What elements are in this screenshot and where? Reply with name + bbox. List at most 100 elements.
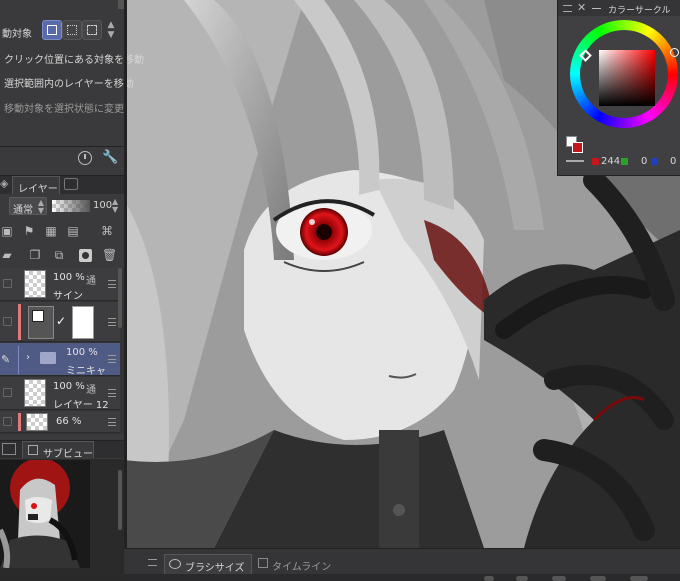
navigator-tab-icon[interactable] [2,443,16,455]
layer-name: サイン [53,291,83,302]
draft-icon[interactable]: ▤ [66,224,80,238]
bottom-menu-icon[interactable] [148,559,157,566]
layer-row[interactable]: 66 % [0,411,120,433]
layer-opacity: 66 % [56,416,82,427]
mask-link-icon[interactable]: ⌘ [100,224,114,238]
tab-second-icon[interactable] [64,178,78,190]
layer-row[interactable]: ✓ [0,302,120,342]
green-channel-icon [621,158,628,165]
bottom-bar: ブラシサイズ タイムライン [124,548,680,581]
blue-value[interactable]: 0 [670,156,676,167]
move-target-grid-button[interactable] [82,20,102,40]
brush-size-item[interactable] [484,576,494,581]
color-tag [18,413,21,431]
layer-menu-icon[interactable] [108,355,116,363]
color-handle[interactable] [670,48,679,57]
opacity-slider[interactable] [52,200,90,212]
tab-layer[interactable]: レイヤー [12,176,60,195]
tab-brush-size[interactable]: ブラシサイズ [164,554,252,574]
move-target-label: 動対象 [2,29,32,40]
chevron-right-icon[interactable]: › [26,352,30,363]
layer-name: ミニキャ [66,366,106,377]
layer-blend: 通 [86,385,96,396]
left-panel: 動対象 ▲ ▼ クリック位置にある対象を移動 選択範囲内のレイヤーを移動 移動対象… [0,0,144,580]
opacity-stepper-icon[interactable]: ▲ ▼ [112,198,118,214]
mask-icon[interactable] [79,249,92,262]
visibility-checkbox[interactable] [3,317,12,326]
tab-subview-label: サブビュー [43,449,93,460]
subview-image[interactable] [0,460,90,568]
option-click-position[interactable]: クリック位置にある対象を移動 [4,51,144,66]
layer-row[interactable]: 100 % 通 サイン [0,268,120,302]
option-select-target[interactable]: 移動対象を選択状態に変更 [4,100,124,115]
layer-thumbnail [24,379,46,407]
timeline-icon [258,558,268,568]
blend-stepper-icon: ▲ ▼ [37,198,44,215]
opacity-value[interactable]: 100 [93,200,112,211]
minimize-icon[interactable] [592,8,601,9]
red-value[interactable]: 244 [601,156,620,167]
brush-size-item[interactable] [630,576,648,581]
swap-color-icon[interactable] [566,157,584,162]
tab-brush-size-label: ブラシサイズ [185,563,245,574]
visibility-checkbox[interactable] [3,417,12,426]
subview-scrollbar[interactable] [118,470,122,530]
green-value[interactable]: 0 [641,156,647,167]
blue-channel-icon [651,158,658,165]
panel-menu-icon[interactable] [563,5,572,12]
check-icon: ✓ [56,314,67,328]
visibility-checkbox[interactable] [3,279,12,288]
color-tag [18,304,21,340]
color-panel: ✕ カラーサークル 244 0 0 [557,0,680,176]
brush-size-item[interactable] [590,576,606,581]
brush-size-icon [169,559,181,569]
tab-timeline-label: タイムライン [272,562,332,573]
new-folder-icon[interactable]: ▰ [0,248,14,262]
trash-icon[interactable]: 🗑 [102,248,117,262]
layer-menu-icon[interactable] [108,418,116,426]
panel-divider[interactable] [124,0,127,580]
lock-transparent-icon[interactable]: ▦ [44,224,58,238]
layer-menu-icon[interactable] [108,318,116,326]
mask-thumbnail [72,306,94,339]
brush-size-item[interactable] [552,576,566,581]
layer-scrollbar[interactable] [118,268,122,328]
clip-icon[interactable]: ▣ [0,224,14,238]
layer-list: 100 % 通 サイン ✓ ✎ › 100 % ミニキャ 100 % 通 レイヤ… [0,268,124,434]
layer-row[interactable]: 100 % 通 レイヤー 12 [0,377,120,411]
layer-opacity: 100 % [66,347,98,358]
tab-subview[interactable]: サブビュー [22,441,94,460]
stepper-icon[interactable]: ▲ ▼ [104,20,118,40]
layer-thumbnail [24,270,46,298]
subview-icon [28,445,38,455]
layers-stack-icon: ◈ [0,177,9,190]
layer-thumbnail [28,306,54,339]
wrench-icon[interactable]: 🔧 [102,150,118,165]
tab-timeline[interactable]: タイムライン [254,554,340,574]
visibility-checkbox[interactable] [3,388,12,397]
red-channel-icon [592,158,599,165]
main-color-swatch[interactable] [572,142,583,153]
layer-row-selected[interactable]: ✎ › 100 % ミニキャ [0,343,120,377]
blend-mode-select[interactable]: 通常 ▲ ▼ [9,197,47,216]
merge-icon[interactable]: ⧉ [52,248,66,262]
pen-icon: ✎ [1,353,11,366]
reference-icon[interactable]: ⚑ [22,224,36,238]
blend-mode-value: 通常 [13,205,33,216]
folder-icon [40,352,56,364]
saturation-value-square[interactable] [599,50,655,106]
brush-size-item[interactable] [516,576,528,581]
layer-menu-icon[interactable] [108,280,116,288]
layer-name: レイヤー 12 [53,400,109,411]
layer-thumbnail [26,413,48,431]
option-selection-layers[interactable]: 選択範囲内のレイヤーを移動 [4,75,134,90]
move-target-layer-button[interactable] [42,20,62,40]
layer-blend: 通 [86,276,96,287]
reset-icon[interactable] [78,151,92,165]
move-target-tone-button[interactable] [62,20,82,40]
copy-layer-icon[interactable]: ❐ [28,248,42,262]
layer-opacity: 100 % [53,272,85,283]
color-panel-title: カラーサークル [608,6,671,16]
layer-menu-icon[interactable] [108,389,116,397]
close-icon[interactable]: ✕ [577,1,586,14]
